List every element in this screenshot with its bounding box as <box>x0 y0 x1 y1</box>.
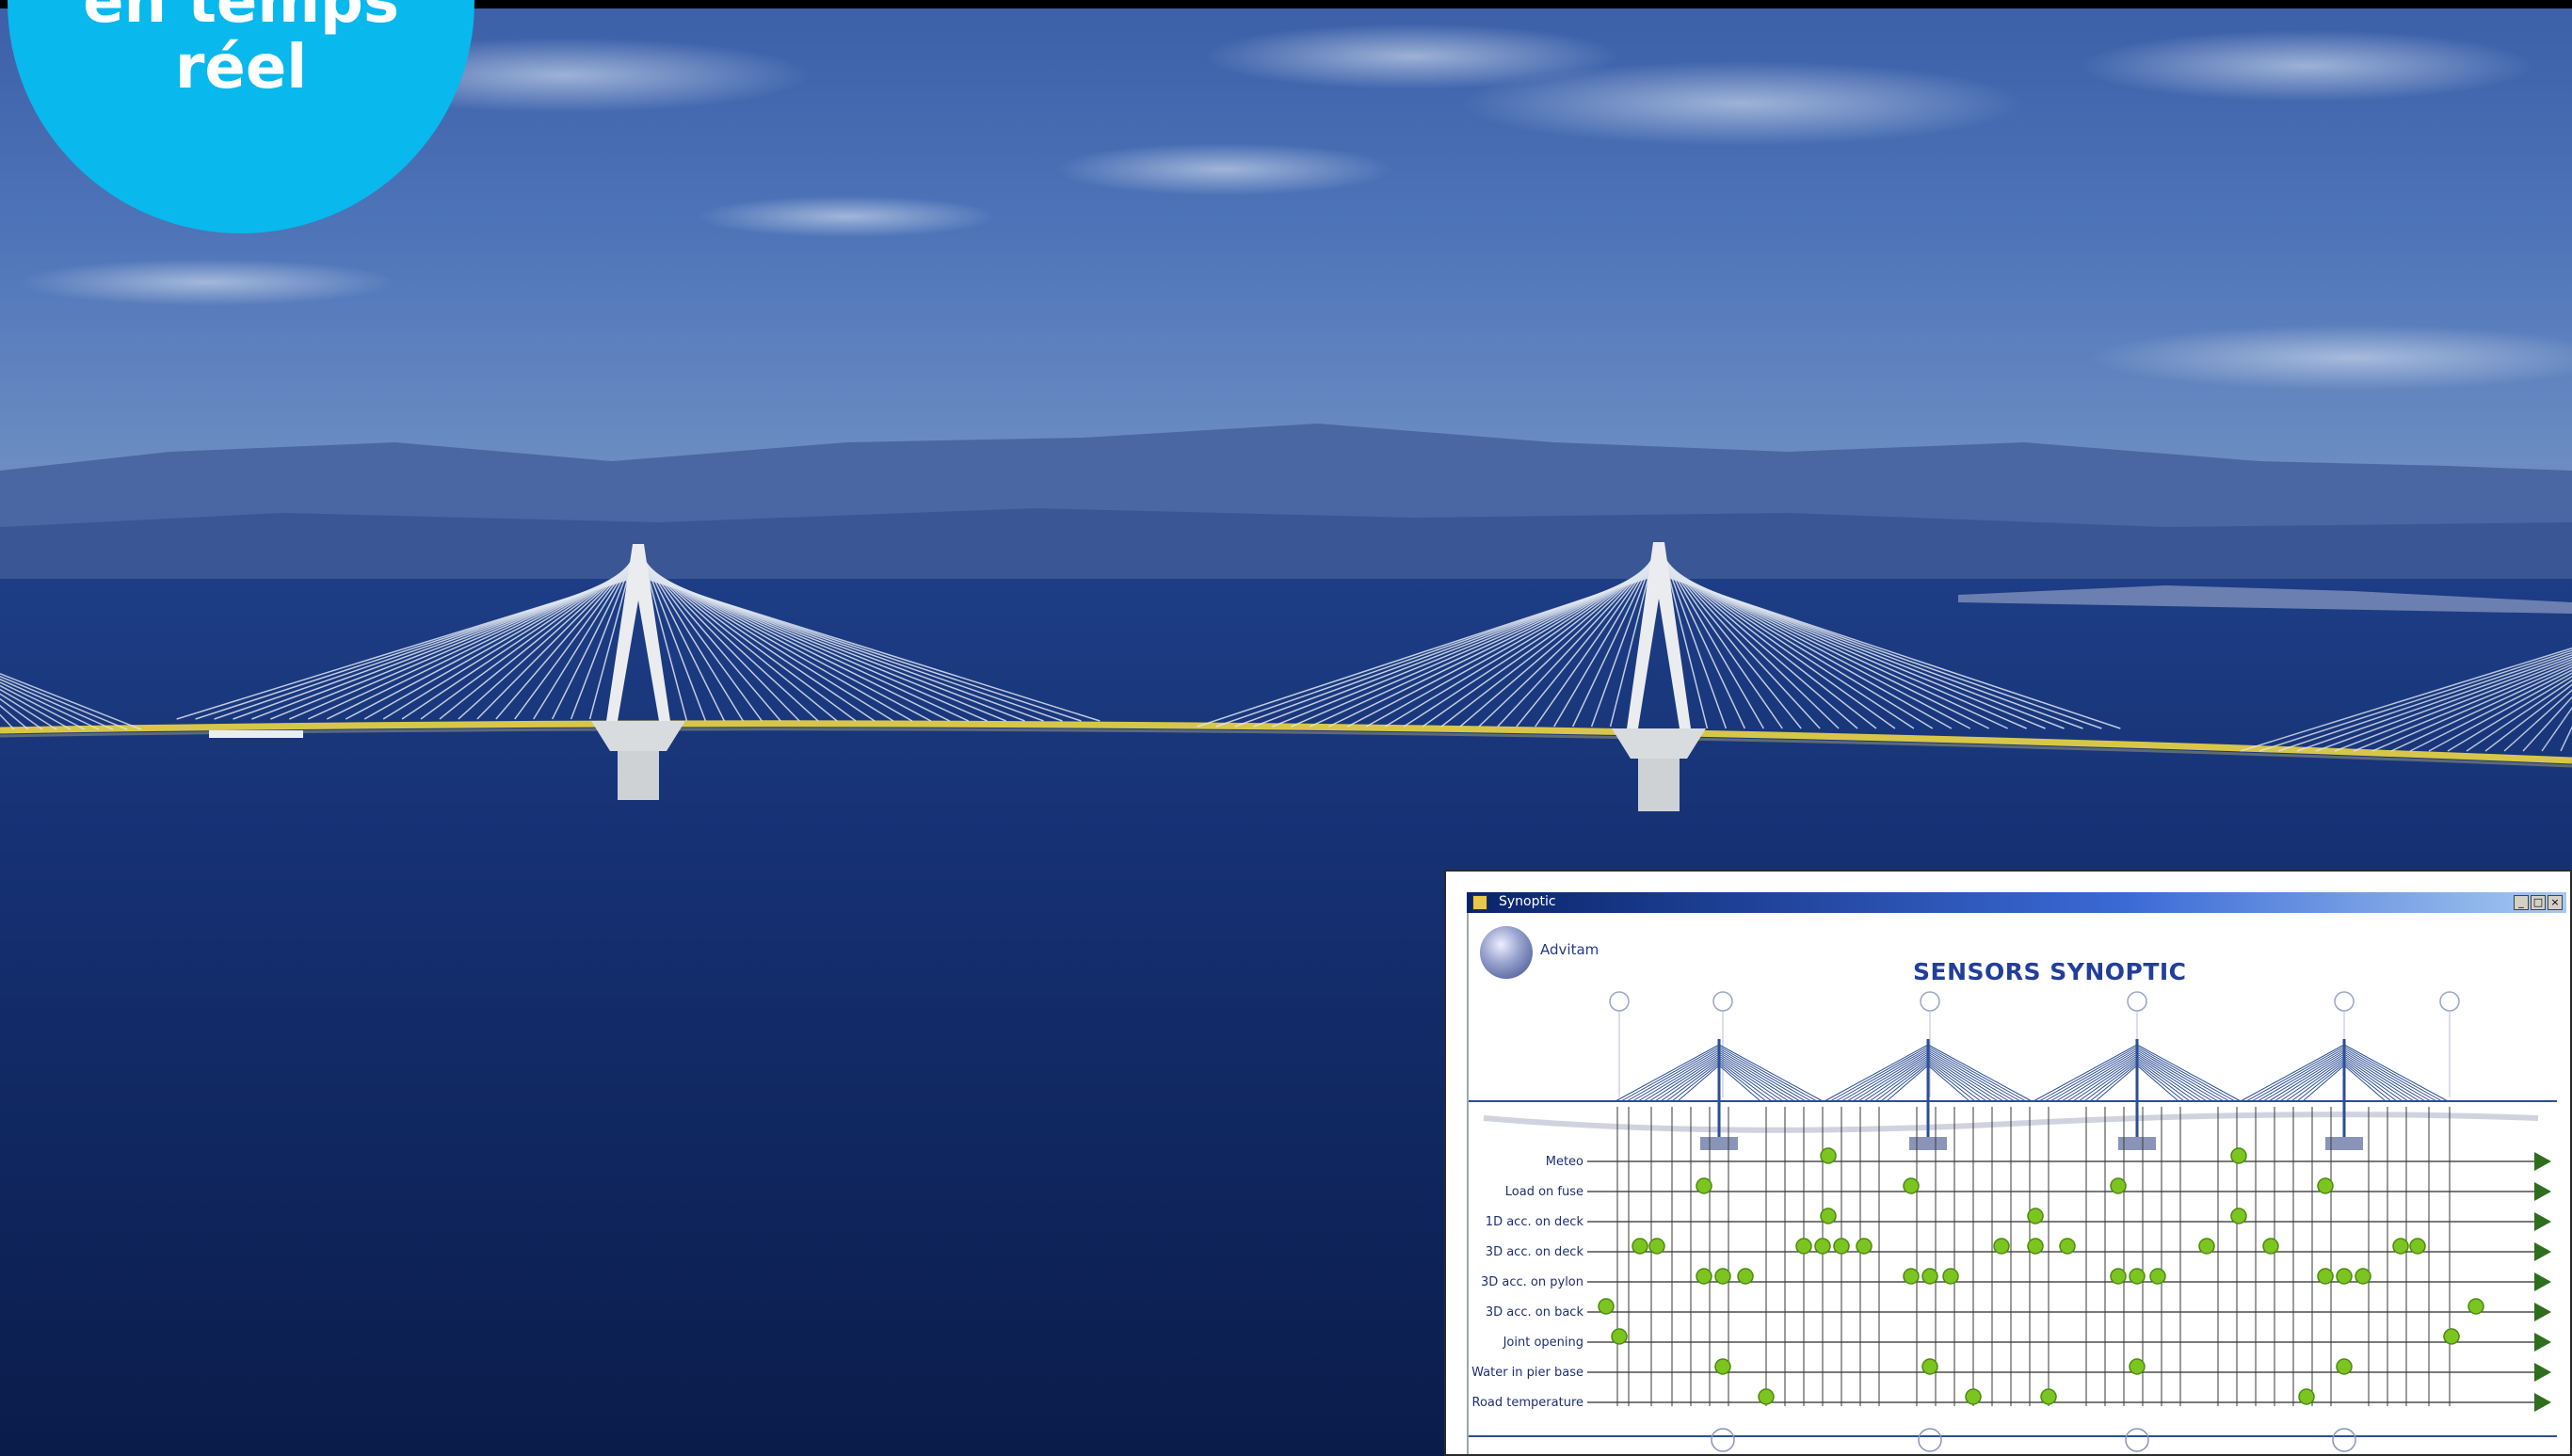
sensor-dot-8 <box>2027 1208 2044 1224</box>
pylon-marker-1 <box>1609 991 1630 1012</box>
sensor-dot-20 <box>2262 1238 2279 1255</box>
sensor-dot-12 <box>1795 1238 1812 1255</box>
row-arrow-5 <box>2534 1272 2551 1291</box>
sensor-diagram <box>1469 991 2557 1452</box>
sensor-dot-35 <box>1598 1298 1615 1315</box>
sensor-dot-41 <box>2129 1358 2146 1375</box>
sensor-dot-32 <box>2317 1268 2334 1285</box>
sensor-dot-31 <box>2149 1268 2166 1285</box>
sensor-dot-37 <box>1611 1328 1628 1345</box>
row-arrow-4 <box>2534 1242 2551 1261</box>
diagram-pylon-1 <box>1615 1039 1824 1150</box>
row-label-joint: Joint opening <box>1503 1336 1583 1350</box>
sensor-dot-3 <box>1696 1177 1712 1194</box>
sensor-dot-10 <box>1632 1238 1648 1255</box>
sensor-dot-5 <box>2110 1177 2127 1194</box>
row-arrow-3 <box>2534 1212 2551 1231</box>
row-label-3d-pylon: 3D acc. on pylon <box>1480 1275 1583 1289</box>
row-label-meteo: Meteo <box>1545 1155 1583 1169</box>
sensor-dot-42 <box>2336 1358 2353 1375</box>
sensor-dot-44 <box>1965 1388 1982 1405</box>
badge-line-2: réel <box>174 33 308 103</box>
sensor-dot-9 <box>2230 1208 2247 1224</box>
boat <box>209 730 303 738</box>
pylon-marker-6 <box>2439 991 2460 1012</box>
sensor-dot-7 <box>1820 1208 1837 1224</box>
sensor-dot-19 <box>2198 1238 2215 1255</box>
bottom-marker-4 <box>2332 1428 2356 1452</box>
row-arrow-7 <box>2534 1333 2551 1352</box>
row-label-load: Load on fuse <box>1504 1185 1583 1199</box>
sensor-dot-29 <box>2110 1268 2127 1285</box>
bottom-marker-3 <box>2125 1428 2149 1452</box>
sensor-dot-21 <box>2392 1238 2409 1255</box>
row-label-3d-deck: 3D acc. on deck <box>1485 1245 1583 1259</box>
bottom-marker-1 <box>1711 1428 1735 1452</box>
pylon-marker-5 <box>2334 991 2355 1012</box>
sensor-dot-23 <box>1696 1268 1712 1285</box>
sensor-dot-45 <box>2040 1388 2057 1405</box>
sensor-dot-4 <box>1903 1177 1920 1194</box>
sensor-dot-40 <box>1921 1358 1938 1375</box>
sensor-dot-34 <box>2355 1268 2371 1285</box>
row-label-3d-back: 3D acc. on back <box>1485 1305 1583 1320</box>
row-label-1d-deck: 1D acc. on deck <box>1485 1215 1583 1229</box>
sensor-dot-22 <box>2409 1238 2426 1255</box>
sensor-dot-39 <box>1714 1358 1731 1375</box>
sensor-dot-27 <box>1921 1268 1938 1285</box>
sensor-dot-46 <box>2298 1388 2315 1405</box>
sensor-dot-6 <box>2317 1177 2334 1194</box>
sensor-dot-17 <box>2027 1238 2044 1255</box>
sensor-dot-24 <box>1714 1268 1731 1285</box>
row-label-road-temp: Road temperature <box>1471 1396 1583 1410</box>
row-arrow-2 <box>2534 1182 2551 1201</box>
sensor-dot-38 <box>2443 1328 2460 1345</box>
diagram-pylon-3 <box>2033 1039 2242 1150</box>
sensor-dot-18 <box>2059 1238 2076 1255</box>
pylon-marker-4 <box>2127 991 2147 1012</box>
sensor-dot-2 <box>2230 1147 2247 1164</box>
synoptic-window: Synoptic _ □ × Advitam SENSORS SYNOPTIC … <box>1444 870 2572 1456</box>
row-label-water: Water in pier base <box>1471 1366 1583 1380</box>
sensor-dot-28 <box>1942 1268 1959 1285</box>
sensor-dot-14 <box>1833 1238 1850 1255</box>
sensor-dot-11 <box>1648 1238 1665 1255</box>
bottom-marker-2 <box>1918 1428 1942 1452</box>
row-arrow-9 <box>2534 1393 2551 1412</box>
pylon-marker-2 <box>1712 991 1733 1012</box>
diagram-pylon-2 <box>1824 1039 2033 1150</box>
sensor-dot-30 <box>2129 1268 2146 1285</box>
sensor-dot-25 <box>1737 1268 1754 1285</box>
diagram-pylon-4 <box>2240 1039 2449 1150</box>
pylon-marker-3 <box>1920 991 1940 1012</box>
row-arrow-1 <box>2534 1152 2551 1171</box>
sensor-dot-1 <box>1820 1147 1837 1164</box>
sensor-dot-15 <box>1856 1238 1873 1255</box>
row-arrow-6 <box>2534 1303 2551 1321</box>
sensor-dot-36 <box>2468 1298 2484 1315</box>
sensor-dot-26 <box>1903 1268 1920 1285</box>
row-arrow-8 <box>2534 1363 2551 1382</box>
sensor-dot-16 <box>1993 1238 2010 1255</box>
realtime-badge-text: en temps réel <box>0 0 482 235</box>
sensor-dot-13 <box>1814 1238 1831 1255</box>
sensor-dot-43 <box>1758 1388 1775 1405</box>
sensor-dot-33 <box>2336 1268 2353 1285</box>
